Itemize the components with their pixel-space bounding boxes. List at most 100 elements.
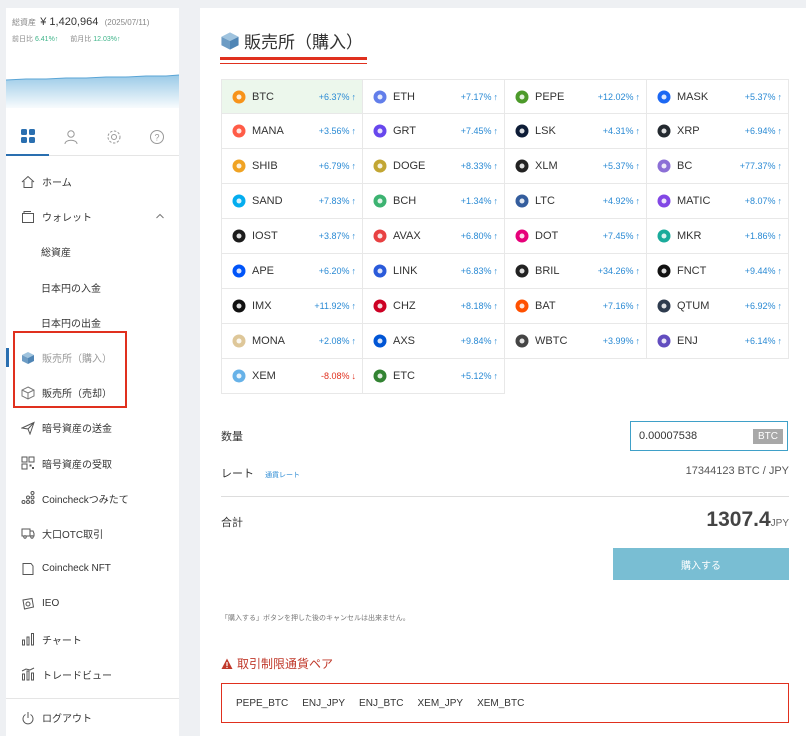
shib-coin-icon <box>232 159 246 173</box>
sidebar-item-nft[interactable]: Coincheck NFT <box>6 551 179 586</box>
coin-change-value: +9.44% <box>744 266 776 276</box>
bat-coin-icon <box>515 299 529 313</box>
warning-icon <box>221 658 233 669</box>
arrow-up-icon: ↑ <box>351 196 357 206</box>
coin-cell-lsk[interactable]: LSK +4.31% ↑ <box>505 114 647 149</box>
doge-coin-icon <box>373 159 387 173</box>
sidebar-item-wallet[interactable]: ウォレット <box>6 199 179 234</box>
sidebar-item-crypto-send[interactable]: 暗号資産の送金 <box>6 410 179 445</box>
coin-cell-imx[interactable]: IMX +11.92% ↑ <box>221 289 363 324</box>
coin-cell-mkr[interactable]: MKR +1.86% ↑ <box>647 219 789 254</box>
logout-button[interactable]: ログアウト <box>6 698 179 736</box>
coin-cell-btc[interactable]: BTC +6.37% ↑ <box>221 79 363 114</box>
coin-symbol: BAT <box>535 300 556 312</box>
coin-cell-bc[interactable]: BC +77.37% ↑ <box>647 149 789 184</box>
coin-cell-wbtc[interactable]: WBTC +3.99% ↑ <box>505 324 647 359</box>
sidebar-item-home[interactable]: ホーム <box>6 164 179 199</box>
coin-cell-bril[interactable]: BRIL +34.26% ↑ <box>505 254 647 289</box>
coin-cell-fnct[interactable]: FNCT +9.44% ↑ <box>647 254 789 289</box>
coin-cell-xem[interactable]: XEM -8.08% ↓ <box>221 359 363 394</box>
total-assets-date: (2025/07/11) <box>104 18 150 27</box>
sidebar-item-jpy-deposit[interactable]: 日本円の入金 <box>6 270 179 305</box>
coin-change: +7.83% ↑ <box>319 196 356 206</box>
coin-change: +4.92% ↑ <box>603 196 640 206</box>
coin-cell-ape[interactable]: APE +6.20% ↑ <box>221 254 363 289</box>
tab-menu[interactable] <box>6 118 50 156</box>
coin-cell-iost[interactable]: IOST +3.87% ↑ <box>221 219 363 254</box>
coin-cell-mana[interactable]: MANA +3.56% ↑ <box>221 114 363 149</box>
coin-cell-enj[interactable]: ENJ +6.14% ↑ <box>647 324 789 359</box>
buy-button[interactable]: 購入する <box>613 548 789 580</box>
mkr-coin-icon <box>657 229 671 243</box>
quantity-label: 数量 <box>221 431 243 443</box>
coin-cell-link[interactable]: LINK +6.83% ↑ <box>363 254 505 289</box>
coin-cell-axs[interactable]: AXS +9.84% ↑ <box>363 324 505 359</box>
link-coin-icon <box>373 264 387 278</box>
coin-change: +1.86% ↑ <box>745 231 782 241</box>
currency-rate-link[interactable]: 通貨レート <box>265 472 300 479</box>
coin-cell-xrp[interactable]: XRP +6.94% ↑ <box>647 114 789 149</box>
arrow-up-icon: ↑ <box>493 301 499 311</box>
coin-change-value: +9.84% <box>460 336 492 346</box>
sidebar-item-crypto-receive[interactable]: 暗号資産の受取 <box>6 446 179 481</box>
coin-cell-eth[interactable]: ETH +7.17% ↑ <box>363 79 505 114</box>
coin-change: +8.33% ↑ <box>461 161 498 171</box>
quantity-input[interactable]: 0.00007538 BTC <box>630 421 788 451</box>
coin-cell-bch[interactable]: BCH +1.34% ↑ <box>363 184 505 219</box>
arrow-up-icon: ↑ <box>493 161 499 171</box>
coin-cell-chz[interactable]: CHZ +8.18% ↑ <box>363 289 505 324</box>
rate-label: レート <box>221 468 254 480</box>
dot-coin-icon <box>515 229 529 243</box>
sidebar: 総資産 ¥ 1,420,964 (2025/07/11) 前日比 6.41%↑ … <box>6 8 179 736</box>
sidebar-item-chart[interactable]: チャート <box>6 621 179 656</box>
coin-change: +6.14% ↑ <box>745 336 782 346</box>
sidebar-item-label: ホーム <box>42 178 72 190</box>
sidebar-item-tradeview[interactable]: トレードビュー <box>6 657 179 692</box>
coin-cell-ltc[interactable]: LTC +4.92% ↑ <box>505 184 647 219</box>
tab-help[interactable]: ? <box>136 118 179 156</box>
coin-cell-xlm[interactable]: XLM +5.37% ↑ <box>505 149 647 184</box>
coin-cell-sand[interactable]: SAND +7.83% ↑ <box>221 184 363 219</box>
sidebar-item-total-assets[interactable]: 総資産 <box>6 234 179 269</box>
coin-change: +9.84% ↑ <box>461 336 498 346</box>
arrow-up-icon: ↑ <box>777 231 783 241</box>
tab-account[interactable] <box>49 118 92 156</box>
tab-settings[interactable] <box>93 118 136 156</box>
sidebar-item-label: 大口OTC取引 <box>42 529 104 541</box>
coin-cell-shib[interactable]: SHIB +6.79% ↑ <box>221 149 363 184</box>
coin-change: +3.87% ↑ <box>319 231 356 241</box>
coin-change: +7.17% ↑ <box>461 92 498 102</box>
coin-symbol: MKR <box>677 230 702 242</box>
coin-cell-avax[interactable]: AVAX +6.80% ↑ <box>363 219 505 254</box>
sidebar-item-otc[interactable]: 大口OTC取引 <box>6 516 179 551</box>
sidebar-item-ieo[interactable]: IEO <box>6 586 179 621</box>
coin-change: +7.16% ↑ <box>603 301 640 311</box>
coin-cell-dot[interactable]: DOT +7.45% ↑ <box>505 219 647 254</box>
coin-cell-mona[interactable]: MONA +2.08% ↑ <box>221 324 363 359</box>
coin-symbol: ETH <box>393 90 415 103</box>
coin-change-value: +5.37% <box>602 161 634 171</box>
coin-change-value: +12.02% <box>597 91 634 102</box>
coin-cell-etc[interactable]: ETC +5.12% ↑ <box>363 359 505 394</box>
arrow-up-icon: ↑ <box>635 266 641 276</box>
coin-symbol: PEPE <box>535 90 565 103</box>
coin-cell-grt[interactable]: GRT +7.45% ↑ <box>363 114 505 149</box>
coin-cell-bat[interactable]: BAT +7.16% ↑ <box>505 289 647 324</box>
coin-change-value: +6.37% <box>318 91 350 102</box>
day-change-label: 前日比 <box>12 36 33 43</box>
coin-cell-matic[interactable]: MATIC +8.07% ↑ <box>647 184 789 219</box>
coin-change: -8.08% ↓ <box>321 371 356 381</box>
grid-icon <box>20 128 35 143</box>
arrow-up-icon: ↑ <box>351 126 357 136</box>
coin-cell-qtum[interactable]: QTUM +6.92% ↑ <box>647 289 789 324</box>
coin-cell-pepe[interactable]: PEPE +12.02% ↑ <box>505 79 647 114</box>
coin-symbol: MONA <box>252 335 285 347</box>
coin-change-value: +8.33% <box>460 161 492 171</box>
quantity-unit-badge: BTC <box>753 428 783 444</box>
matic-coin-icon <box>657 194 671 208</box>
coin-symbol: ETC <box>393 370 415 382</box>
sidebar-item-tsumitate[interactable]: Coincheckつみたて <box>6 481 179 516</box>
coin-cell-doge[interactable]: DOGE +8.33% ↑ <box>363 149 505 184</box>
chevron-up-icon[interactable] <box>155 211 165 221</box>
coin-cell-mask[interactable]: MASK +5.37% ↑ <box>647 79 789 114</box>
